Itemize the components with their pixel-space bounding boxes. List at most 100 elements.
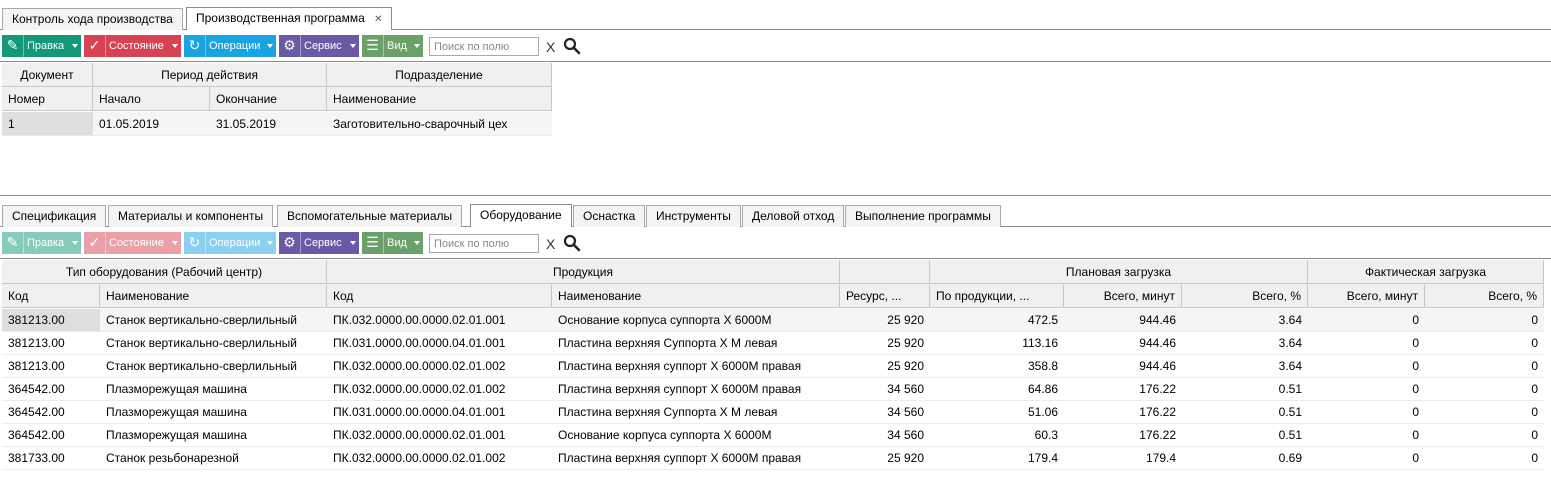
cell-fact-minutes: 0 <box>1308 447 1425 470</box>
cell-equip-code: 381213.00 <box>2 355 100 378</box>
operations-menu-button[interactable]: ↻ Операции <box>184 232 276 254</box>
tab-label: Спецификация <box>12 209 97 223</box>
tab-label: Выполнение программы <box>855 209 991 223</box>
cell-plan-percent: 0.51 <box>1182 401 1308 424</box>
state-menu-button[interactable]: ✓ Состояние <box>84 35 181 57</box>
tab-specification[interactable]: Спецификация <box>2 205 107 227</box>
cell-plan-percent: 0.51 <box>1182 378 1308 401</box>
main-tab-bar: Контроль хода производства Производствен… <box>0 6 1551 30</box>
tab-tools[interactable]: Инструменты <box>646 205 741 227</box>
column-header[interactable]: Номер <box>2 87 93 111</box>
view-menu-button[interactable]: ☰ Вид <box>362 35 423 57</box>
edit-menu-button[interactable]: ✎ Правка <box>2 35 81 57</box>
cell-plan-minutes: 176.22 <box>1064 401 1182 424</box>
list-icon: ☰ <box>362 232 384 254</box>
cell-equip-name: Плазморежущая машина <box>100 424 327 447</box>
cell-by-product: 113.16 <box>930 332 1064 355</box>
chevron-down-icon <box>172 44 178 48</box>
cell-equip-name: Плазморежущая машина <box>100 401 327 424</box>
search-input[interactable] <box>429 37 539 56</box>
cell-equip-code: 364542.00 <box>2 378 100 401</box>
service-menu-button[interactable]: ⚙ Сервис <box>279 232 359 254</box>
cell-end: 31.05.2019 <box>210 112 327 136</box>
group-header: Плановая загрузка <box>930 260 1308 284</box>
tab-tooling[interactable]: Оснастка <box>573 205 646 227</box>
cell-fact-percent: 0 <box>1425 401 1544 424</box>
column-header[interactable]: Всего, минут <box>1308 284 1425 308</box>
cell-plan-minutes: 176.22 <box>1064 378 1182 401</box>
column-header[interactable]: Ресурс, ... <box>840 284 930 308</box>
column-header[interactable]: Код <box>327 284 552 308</box>
group-header: Подразделение <box>327 63 552 87</box>
cell-product-code: ПК.032.0000.00.0000.02.01.002 <box>327 378 552 401</box>
column-header[interactable]: Всего, % <box>1182 284 1308 308</box>
cell-fact-percent: 0 <box>1425 355 1544 378</box>
operations-label: Операции <box>209 237 261 249</box>
column-header[interactable]: Наименование <box>552 284 840 308</box>
search-input[interactable] <box>429 234 539 253</box>
tab-label: Производственная программа <box>196 11 365 25</box>
clear-search-button[interactable]: X <box>546 236 555 252</box>
state-menu-button[interactable]: ✓ Состояние <box>84 232 181 254</box>
chevron-down-icon <box>267 44 273 48</box>
cell-department: Заготовительно-сварочный цех <box>327 112 552 136</box>
cell-fact-minutes: 0 <box>1308 355 1425 378</box>
operations-label: Операции <box>209 40 261 52</box>
cell-fact-minutes: 0 <box>1308 378 1425 401</box>
cell-plan-percent: 3.64 <box>1182 355 1308 378</box>
edit-menu-button[interactable]: ✎ Правка <box>2 232 81 254</box>
cell-by-product: 179.4 <box>930 447 1064 470</box>
search-icon[interactable] <box>563 234 581 252</box>
search-icon[interactable] <box>563 37 581 55</box>
tab-label: Вспомогательные материалы <box>287 209 453 223</box>
clear-search-button[interactable]: X <box>546 39 555 55</box>
column-header[interactable]: Окончание <box>210 87 327 111</box>
cell-plan-percent: 0.51 <box>1182 424 1308 447</box>
gear-icon: ⚙ <box>279 35 301 57</box>
document-toolbar: ✎ Правка ✓ Состояние ↻ Операции ⚙ Сервис… <box>0 34 1551 62</box>
tab-program-execution[interactable]: Выполнение программы <box>845 205 1001 227</box>
view-menu-button[interactable]: ☰ Вид <box>362 232 423 254</box>
cell-product-name: Пластина верхняя Суппорта X M левая <box>552 332 840 355</box>
tab-production-program[interactable]: Производственная программа ✕ <box>186 7 393 30</box>
tab-production-control[interactable]: Контроль хода производства <box>2 8 183 30</box>
chevron-down-icon <box>414 241 420 245</box>
cell-product-code: ПК.031.0000.00.0000.04.01.001 <box>327 401 552 424</box>
tab-materials[interactable]: Материалы и компоненты <box>108 205 274 227</box>
cell-plan-percent: 3.64 <box>1182 309 1308 332</box>
tab-scrap[interactable]: Деловой отход <box>742 205 845 227</box>
tab-label: Материалы и компоненты <box>118 209 264 223</box>
column-header[interactable]: По продукции, ... <box>930 284 1064 308</box>
chevron-down-icon <box>267 241 273 245</box>
close-icon[interactable]: ✕ <box>374 14 382 25</box>
column-header[interactable]: Начало <box>93 87 210 111</box>
tab-equipment[interactable]: Оборудование <box>470 204 572 227</box>
column-header[interactable]: Всего, % <box>1425 284 1544 308</box>
cell-resource: 25 920 <box>840 355 930 378</box>
tab-aux-materials[interactable]: Вспомогательные материалы <box>277 205 463 227</box>
column-header[interactable]: Наименование <box>327 87 552 111</box>
list-icon: ☰ <box>362 35 384 57</box>
operations-menu-button[interactable]: ↻ Операции <box>184 35 276 57</box>
column-header[interactable]: Наименование <box>100 284 327 308</box>
cell-plan-minutes: 944.46 <box>1064 355 1182 378</box>
cell-product-code: ПК.032.0000.00.0000.02.01.001 <box>327 424 552 447</box>
cell-product-code: ПК.032.0000.00.0000.02.01.002 <box>327 447 552 470</box>
service-menu-button[interactable]: ⚙ Сервис <box>279 35 359 57</box>
chevron-down-icon <box>72 241 78 245</box>
chevron-down-icon <box>172 241 178 245</box>
refresh-icon: ↻ <box>184 232 206 254</box>
tab-label: Оборудование <box>480 208 562 222</box>
cell-start: 01.05.2019 <box>93 112 210 136</box>
cell-plan-minutes: 179.4 <box>1064 447 1182 470</box>
state-label: Состояние <box>109 40 164 52</box>
edit-label: Правка <box>27 237 65 249</box>
cell-resource: 34 560 <box>840 424 930 447</box>
cell-equip-name: Станок резьбонарезной <box>100 447 327 470</box>
cell-by-product: 51.06 <box>930 401 1064 424</box>
cell-plan-minutes: 944.46 <box>1064 309 1182 332</box>
column-header[interactable]: Код <box>2 284 100 308</box>
cell-equip-code: 381213.00 <box>2 309 100 332</box>
column-header[interactable]: Всего, минут <box>1064 284 1182 308</box>
cell-equip-name: Станок вертикально-сверлильный <box>100 332 327 355</box>
